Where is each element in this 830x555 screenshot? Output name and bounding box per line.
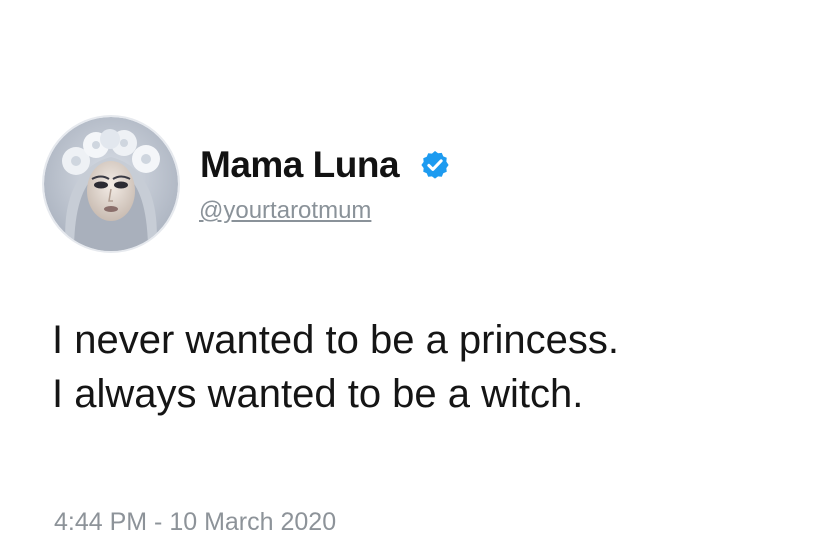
tweet-card: Mama Luna @yourtarotmum I never wanted t… <box>0 0 830 555</box>
avatar-image <box>44 117 178 251</box>
tweet-timestamp[interactable]: 4:44 PM - 10 March 2020 <box>54 508 336 537</box>
tweet-text: I never wanted to be a princess. I alway… <box>52 313 812 421</box>
author-display-name[interactable]: Mama Luna <box>200 144 400 186</box>
tweet-text-line: I always wanted to be a witch. <box>52 372 584 416</box>
avatar[interactable] <box>44 117 178 251</box>
tweet-text-line: I never wanted to be a princess. <box>52 318 619 362</box>
verified-badge-icon <box>421 151 449 179</box>
author-handle[interactable]: @yourtarotmum <box>199 197 371 225</box>
author-name-row: Mama Luna <box>200 142 451 188</box>
